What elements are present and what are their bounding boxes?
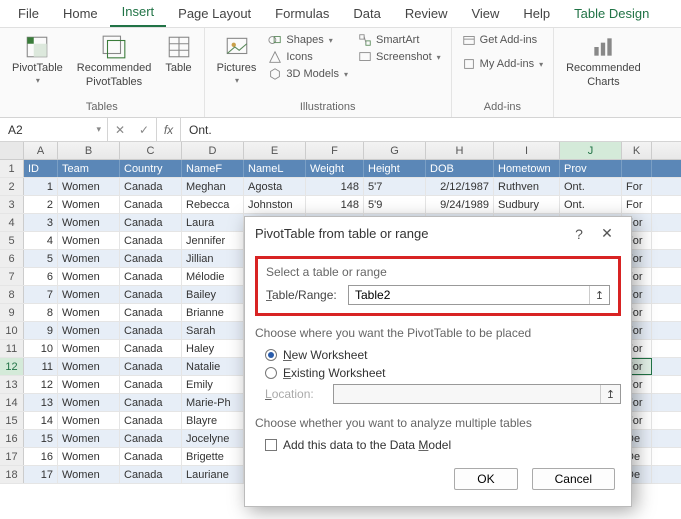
ok-button[interactable]: OK: [454, 468, 517, 490]
multiple-tables-section: Choose whether you want to analyze multi…: [255, 416, 621, 454]
table-range-input-wrap: ↥: [348, 285, 610, 305]
data-model-label: Add this data to the Data Model: [283, 438, 451, 452]
radio-off-icon: [265, 367, 277, 379]
choose-where-label: Choose where you want the PivotTable to …: [255, 326, 621, 340]
new-worksheet-radio-row[interactable]: New Worksheet: [255, 346, 621, 364]
data-model-check-row[interactable]: Add this data to the Data Model: [255, 436, 621, 454]
help-icon[interactable]: ?: [565, 226, 593, 242]
cancel-button[interactable]: Cancel: [532, 468, 615, 490]
location-input-wrap: ↥: [333, 384, 621, 404]
radio-on-icon: [265, 349, 277, 361]
table-range-input[interactable]: [349, 286, 589, 304]
close-icon[interactable]: ✕: [593, 225, 621, 242]
multiple-label: Choose whether you want to analyze multi…: [255, 416, 621, 430]
location-input: [334, 385, 600, 403]
placement-section: Choose where you want the PivotTable to …: [255, 326, 621, 406]
new-ws-label: New Worksheet: [283, 348, 367, 362]
collapse-dialog-icon[interactable]: ↥: [589, 286, 609, 304]
existing-ws-label: Existing Worksheet: [283, 366, 386, 380]
select-range-label: Select a table or range: [266, 265, 610, 279]
checkbox-icon: [265, 439, 277, 451]
pivottable-dialog: PivotTable from table or range ? ✕ Selec…: [244, 216, 632, 507]
dialog-title: PivotTable from table or range: [255, 226, 428, 241]
table-range-label: Table/Range:: [266, 288, 340, 302]
collapse-dialog-icon[interactable]: ↥: [600, 385, 620, 403]
table-range-section: Select a table or range Table/Range: ↥: [255, 256, 621, 316]
dialog-overlay: PivotTable from table or range ? ✕ Selec…: [0, 0, 681, 519]
dialog-titlebar: PivotTable from table or range ? ✕: [245, 217, 631, 250]
location-label: Location:: [265, 387, 325, 401]
existing-worksheet-radio-row[interactable]: Existing Worksheet: [255, 364, 621, 382]
